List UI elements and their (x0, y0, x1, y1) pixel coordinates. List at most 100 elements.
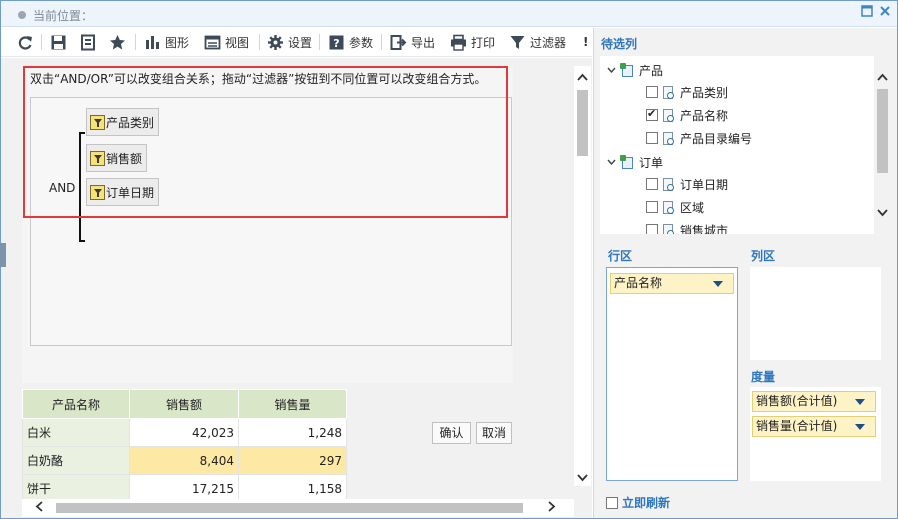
tree-node-product[interactable]: 产品 (606, 60, 663, 80)
report-horizontal-scrollbar[interactable] (22, 499, 574, 517)
field-checkbox[interactable] (646, 201, 658, 213)
view-label: 视图 (225, 35, 250, 50)
toolbar-divider (135, 34, 136, 50)
scrollbar-thumb[interactable] (577, 90, 588, 156)
cell-sales-qty: 297 (238, 446, 347, 475)
scrollbar-thumb[interactable] (877, 89, 888, 173)
auto-refresh-checkbox[interactable] (606, 496, 618, 509)
location-dot-icon (18, 11, 26, 19)
column-header[interactable]: 销售额 (129, 389, 239, 419)
expand-caret-icon[interactable] (606, 157, 616, 168)
auto-refresh-toggle[interactable]: 立即刷新 (606, 494, 670, 511)
filter-panel: 双击“AND/OR”可以改变组合关系；拖动“过滤器”按钮到不同位置可以改变组合方… (22, 67, 513, 444)
confirm-button[interactable]: 确认 (432, 422, 471, 444)
measure-pill-sales-amount[interactable]: 销售额(合计值) (752, 391, 876, 412)
table-icon (620, 62, 635, 78)
column-header[interactable]: 销售量 (238, 389, 347, 419)
field-checkbox[interactable] (646, 86, 658, 98)
logic-operator-toggle[interactable]: AND (49, 181, 75, 195)
tree-label: 产品目录编号 (680, 131, 753, 146)
cell-sales-amount: 8,404 (129, 446, 239, 475)
save-as-button[interactable] (80, 32, 97, 52)
toolbar-divider (381, 34, 382, 50)
tree-field-product-category[interactable]: 产品类别 (646, 82, 728, 102)
collapse-handle[interactable] (0, 243, 6, 267)
settings-button[interactable]: 设置 (267, 32, 312, 52)
cell-sales-amount: 42,023 (129, 418, 239, 447)
data-table: 产品名称 销售额 销售量 白米 42,023 1,248 白奶酪 8,404 2… (22, 389, 347, 503)
field-checkbox[interactable] (646, 224, 658, 234)
row-field-pill[interactable]: 产品名称 (610, 273, 734, 294)
favorite-button[interactable] (109, 32, 126, 52)
tree-field-product-name[interactable]: 产品名称 (646, 105, 728, 125)
window-title: 当前位置： (33, 9, 94, 23)
field-icon (662, 131, 676, 146)
field-icon (662, 108, 676, 123)
more-button[interactable]: ! (583, 32, 588, 52)
measures-zone[interactable]: 销售额(合计值) 销售量(合计值) (750, 387, 881, 481)
scroll-down-icon[interactable] (874, 206, 891, 221)
toolbar-divider (259, 34, 260, 50)
tree-field-order-date[interactable]: 订单日期 (646, 174, 728, 194)
filter-icon (90, 150, 105, 166)
filter-condition-sales-amount[interactable]: 销售额 (86, 144, 148, 172)
measure-pill-sales-qty[interactable]: 销售量(合计值) (752, 416, 876, 437)
table-row[interactable]: 白米 42,023 1,248 (22, 418, 347, 447)
condition-label: 订单日期 (106, 185, 155, 200)
tree-field-product-catalog-no[interactable]: 产品目录编号 (646, 128, 752, 148)
field-checkbox[interactable] (646, 178, 658, 190)
more-label: ! (583, 35, 589, 49)
scroll-right-icon[interactable] (547, 501, 557, 516)
toolbar: 图形 视图 设置 ? 参数 导出 打印 过滤器 ! (1, 27, 592, 57)
group-bracket (79, 132, 85, 242)
filter-button[interactable]: 过滤器 (509, 32, 566, 52)
column-header[interactable]: 产品名称 (22, 389, 130, 419)
dropdown-arrow-icon[interactable] (713, 281, 723, 287)
tree-label: 销售城市 (680, 223, 729, 235)
table-header-row: 产品名称 销售额 销售量 (22, 389, 347, 419)
scroll-up-icon[interactable] (874, 70, 891, 85)
auto-refresh-label: 立即刷新 (622, 496, 671, 510)
rows-zone[interactable]: 产品名称 (606, 267, 738, 481)
tree-node-order[interactable]: 订单 (606, 152, 663, 172)
star-icon (109, 34, 126, 51)
filter-condition-order-date[interactable]: 订单日期 (86, 178, 160, 206)
maximize-icon[interactable] (859, 5, 875, 21)
settings-label: 设置 (288, 35, 313, 50)
tree-field-sales-city[interactable]: 销售城市 (646, 220, 728, 234)
cols-zone-title: 列区 (751, 249, 776, 263)
dropdown-arrow-icon[interactable] (855, 424, 865, 430)
print-button[interactable]: 打印 (450, 32, 495, 52)
field-checkbox-checked[interactable] (646, 107, 658, 121)
tree-label: 区域 (680, 200, 705, 215)
scroll-left-icon[interactable] (34, 501, 44, 516)
cols-zone[interactable] (750, 267, 881, 360)
filter-icon (90, 114, 105, 130)
title-bar: 当前位置： (1, 1, 897, 27)
params-button[interactable]: ? 参数 (328, 32, 373, 52)
scroll-down-icon[interactable] (574, 471, 591, 486)
filter-hint: 双击“AND/OR”可以改变组合关系；拖动“过滤器”按钮到不同位置可以改变组合方… (30, 72, 487, 86)
filter-condition-area[interactable]: AND 产品类别 销售额 订单日期 (30, 97, 512, 346)
refresh-icon (17, 34, 34, 51)
field-checkbox[interactable] (646, 132, 658, 144)
table-row[interactable]: 白奶酪 8,404 297 (22, 446, 347, 475)
save-button[interactable] (50, 32, 67, 52)
chart-button[interactable]: 图形 (144, 32, 189, 52)
refresh-button[interactable] (17, 32, 34, 52)
toolbar-divider (41, 34, 42, 50)
scrollbar-thumb[interactable] (56, 503, 523, 513)
tree-scrollbar[interactable] (874, 56, 891, 234)
tree-field-region[interactable]: 区域 (646, 197, 704, 217)
field-tree: 产品 产品类别 产品名称 产品目录编号 订单 订单日期 区域 销售城市 (600, 56, 874, 234)
dropdown-arrow-icon[interactable] (855, 399, 865, 405)
report-vertical-scrollbar[interactable] (574, 66, 591, 486)
scroll-up-icon[interactable] (574, 70, 591, 85)
cancel-button[interactable]: 取消 (476, 422, 512, 444)
expand-caret-icon[interactable] (606, 65, 616, 76)
export-button[interactable]: 导出 (390, 32, 435, 52)
filter-condition-product-category[interactable]: 产品类别 (86, 108, 160, 136)
view-button[interactable]: 视图 (204, 32, 249, 52)
close-icon[interactable] (877, 5, 893, 21)
row-field-label: 产品名称 (614, 276, 663, 290)
